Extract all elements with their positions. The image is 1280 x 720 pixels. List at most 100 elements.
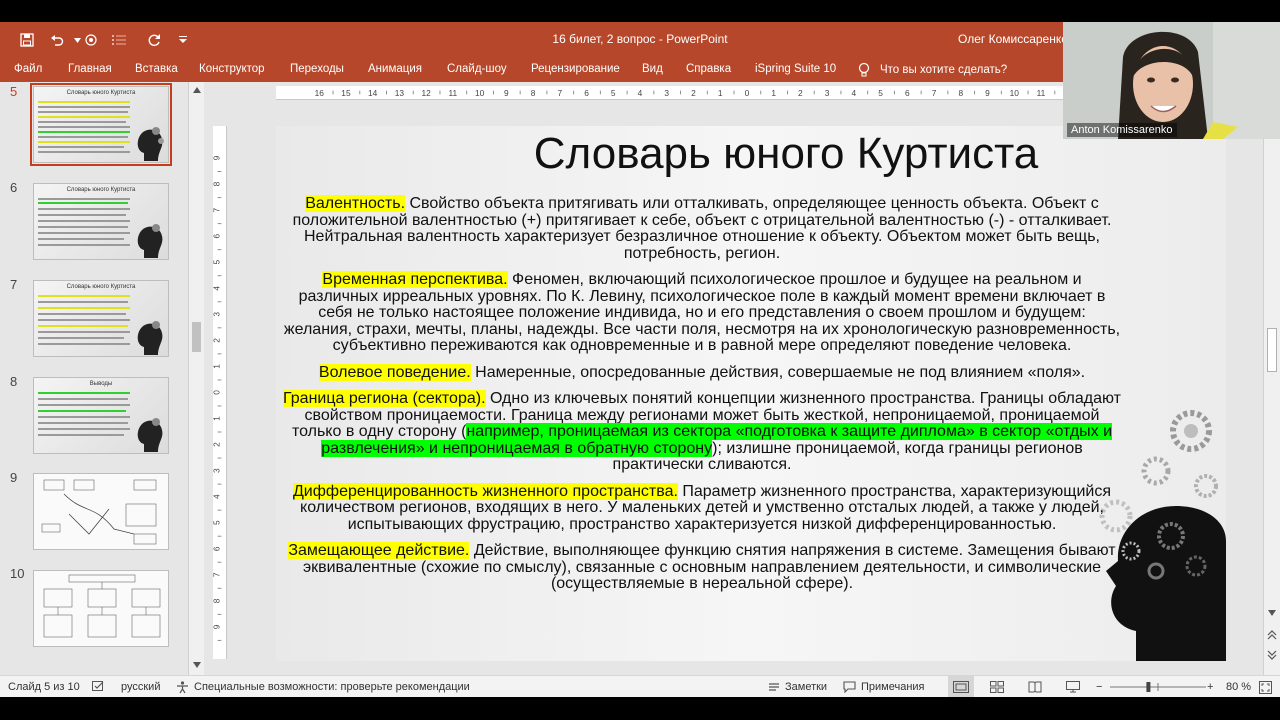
- ruler-tick: [217, 457, 222, 459]
- zoom-slider-handle[interactable]: [1146, 682, 1151, 692]
- thumb-line: [38, 307, 130, 309]
- slide-thumbnail-5[interactable]: Словарь юного Куртиста: [30, 83, 172, 166]
- vertical-ruler[interactable]: 9 8 7 6 5 4 3 2 1 0 1 2 3 4 5 6 7 8 9: [213, 126, 227, 659]
- slideshow-button[interactable]: [1066, 676, 1080, 698]
- reading-view-button[interactable]: [1028, 676, 1042, 698]
- ruler-tick: [519, 90, 521, 95]
- ruler-label: 9: [504, 88, 509, 98]
- thumb-line: [38, 343, 130, 345]
- zoom-slider[interactable]: [1110, 676, 1206, 698]
- notes-button[interactable]: Заметки: [768, 676, 827, 698]
- previous-slide-icon[interactable]: [1267, 630, 1277, 640]
- slide-canvas[interactable]: Словарь юного Куртиста Валентность. Свой…: [276, 126, 1226, 661]
- tab-slideshow[interactable]: Слайд-шоу: [447, 58, 507, 82]
- language-indicator[interactable]: русский: [121, 676, 160, 698]
- slide-thumbnail-10[interactable]: [33, 570, 169, 647]
- normal-view-button[interactable]: [948, 676, 974, 698]
- scrollbar-thumb[interactable]: [192, 322, 201, 352]
- spell-check-icon[interactable]: [92, 676, 105, 698]
- ruler-label: 8: [213, 598, 222, 603]
- ruler-tick: [359, 90, 361, 95]
- scrollbar-thumb[interactable]: [1267, 328, 1277, 372]
- ruler-label: 7: [213, 207, 222, 212]
- ruler-label: 6: [213, 234, 222, 239]
- thumb-line: [38, 141, 130, 143]
- slideshow-icon: [1066, 681, 1080, 693]
- scroll-up-icon[interactable]: [193, 87, 201, 93]
- thumb-line: [38, 313, 126, 315]
- slide-thumbnail-7[interactable]: Словарь юного Куртиста: [33, 280, 169, 357]
- slide-sorter-icon: [990, 681, 1004, 693]
- ruler-tick: [217, 197, 222, 199]
- accessibility-checker[interactable]: Специальные возможности: проверьте реком…: [176, 676, 470, 698]
- tell-me-search[interactable]: Что вы хотите сделать?: [858, 58, 1007, 82]
- definition-valence: Свойство объекта притягивать или отталки…: [292, 195, 1112, 262]
- tab-animations[interactable]: Анимация: [368, 58, 422, 82]
- term-time-perspective: Временная перспектива.: [322, 271, 508, 288]
- tab-insert[interactable]: Вставка: [135, 58, 178, 82]
- notes-icon: [769, 683, 779, 691]
- comments-button[interactable]: Примечания: [843, 676, 925, 698]
- thumbnail-scrollbar[interactable]: [188, 82, 204, 675]
- powerpoint-window: 16 билет, 2 вопрос - PowerPoint Олег Ком…: [0, 0, 1280, 720]
- status-bar: Слайд 5 из 10 русский Специальные возмож…: [0, 675, 1280, 698]
- ruler-label: 3: [664, 88, 669, 98]
- term-volitional-behavior: Волевое поведение.: [318, 363, 471, 381]
- tab-transitions[interactable]: Переходы: [290, 58, 344, 82]
- slide-thumbnail-6[interactable]: Словарь юного Куртиста: [33, 183, 169, 260]
- zoom-level[interactable]: 80 %: [1226, 676, 1251, 698]
- tab-design[interactable]: Конструктор: [199, 58, 265, 82]
- slide-thumbnail-9[interactable]: [33, 473, 169, 550]
- ruler-tick: [653, 90, 655, 95]
- thumb-line: [38, 238, 124, 240]
- ruler-label: 11: [1037, 88, 1046, 98]
- next-slide-icon[interactable]: [1267, 650, 1277, 660]
- thumb-line: [38, 121, 126, 123]
- ruler-tick: [1054, 90, 1056, 95]
- thumb-line: [38, 404, 130, 406]
- letterbox-bottom: [0, 697, 1280, 720]
- slide-body-text[interactable]: Валентность. Свойство объекта притягиват…: [282, 195, 1122, 603]
- thumb-line: [38, 319, 130, 321]
- ruler-tick: [217, 509, 222, 511]
- ruler-tick: [217, 639, 222, 641]
- scroll-down-icon[interactable]: [1268, 610, 1276, 616]
- thumb-line: [38, 214, 126, 216]
- tab-home[interactable]: Главная: [68, 58, 112, 82]
- account-name[interactable]: Олег Комиссаренко: [958, 22, 1068, 58]
- slide-counter[interactable]: Слайд 5 из 10: [8, 676, 80, 698]
- tab-file[interactable]: Файл: [14, 58, 42, 82]
- slide-sorter-button[interactable]: [990, 676, 1004, 698]
- paragraph-region-boundary: Граница региона (сектора). Одно из ключе…: [282, 390, 1122, 474]
- tab-review[interactable]: Рецензирование: [531, 58, 620, 82]
- thumb-line: [38, 101, 130, 103]
- zoom-slider-center-tick: [1157, 683, 1159, 691]
- slide-scrollbar[interactable]: [1263, 82, 1280, 675]
- ruler-label: 1: [718, 88, 723, 98]
- ruler-tick: [947, 90, 949, 95]
- ruler-tick: [217, 587, 222, 589]
- thumb-line: [38, 131, 130, 133]
- ruler-tick: [217, 301, 222, 303]
- tab-view[interactable]: Вид: [642, 58, 663, 82]
- fit-to-window-icon[interactable]: [1259, 676, 1272, 698]
- thumb-line: [38, 151, 130, 153]
- thumb-line: [38, 126, 130, 128]
- tab-ispring[interactable]: iSpring Suite 10: [755, 58, 836, 82]
- webcam-overlay: Anton Komissarenko: [1063, 22, 1280, 139]
- ruler-label: 2: [691, 88, 696, 98]
- ruler-label: 7: [213, 572, 222, 577]
- scroll-down-icon[interactable]: [193, 662, 201, 668]
- comments-label: Примечания: [861, 681, 925, 693]
- tab-help[interactable]: Справка: [686, 58, 731, 82]
- zoom-in-button[interactable]: +: [1207, 676, 1213, 698]
- ruler-label: 8: [531, 88, 536, 98]
- thumb-number-9: 9: [10, 470, 18, 485]
- thumb-number-8: 8: [10, 374, 18, 389]
- thumb-line: [38, 392, 130, 394]
- slide-thumbnail-8[interactable]: Выводы: [33, 377, 169, 454]
- ruler-label: 6: [584, 88, 589, 98]
- zoom-out-button[interactable]: −: [1096, 676, 1102, 698]
- ruler-tick: [217, 249, 222, 251]
- accessibility-label: Специальные возможности: проверьте реком…: [194, 681, 470, 693]
